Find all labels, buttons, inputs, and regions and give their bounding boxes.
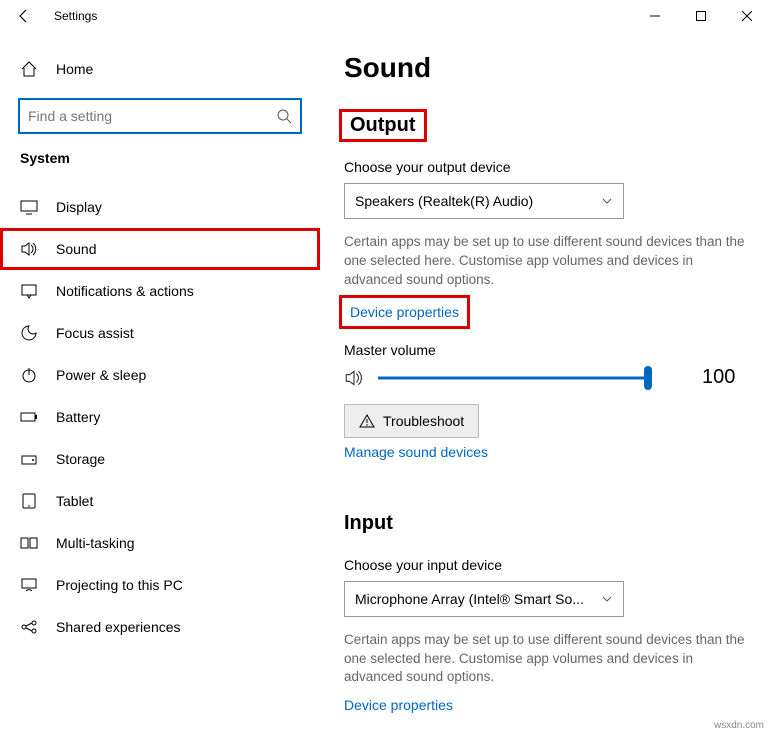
sidebar-item-label: Focus assist	[56, 325, 134, 341]
home-link[interactable]: Home	[0, 52, 320, 86]
focus-assist-icon	[20, 324, 40, 342]
input-device-label: Choose your input device	[344, 557, 750, 573]
warning-icon	[359, 413, 375, 429]
search-box[interactable]	[18, 98, 302, 134]
sidebar: Home System Display Sound Notifications …	[0, 32, 320, 737]
maximize-button[interactable]	[678, 0, 724, 32]
sidebar-item-label: Battery	[56, 409, 100, 425]
volume-slider[interactable]	[378, 366, 648, 390]
sidebar-item-label: Projecting to this PC	[56, 577, 183, 593]
home-icon	[20, 60, 40, 78]
master-volume-label: Master volume	[344, 342, 750, 358]
sidebar-item-label: Multi-tasking	[56, 535, 135, 551]
home-label: Home	[56, 61, 93, 77]
close-button[interactable]	[724, 0, 770, 32]
sidebar-item-label: Power & sleep	[56, 367, 146, 383]
sidebar-item-focus-assist[interactable]: Focus assist	[0, 312, 320, 354]
sidebar-item-battery[interactable]: Battery	[0, 396, 320, 438]
tablet-icon	[20, 492, 40, 510]
output-device-selected: Speakers (Realtek(R) Audio)	[355, 193, 533, 209]
back-button[interactable]	[12, 4, 36, 28]
search-input[interactable]	[28, 108, 276, 124]
sidebar-item-storage[interactable]: Storage	[0, 438, 320, 480]
shared-icon	[20, 618, 40, 636]
chevron-down-icon	[601, 593, 613, 605]
output-device-properties-link[interactable]: Device properties	[344, 300, 465, 324]
output-heading: Output	[344, 114, 422, 137]
troubleshoot-label: Troubleshoot	[383, 413, 464, 429]
manage-sound-devices-link[interactable]: Manage sound devices	[344, 444, 488, 460]
nav-list: Display Sound Notifications & actions Fo…	[0, 186, 320, 648]
watermark: wsxdn.com	[714, 720, 764, 731]
slider-thumb[interactable]	[644, 366, 652, 390]
sidebar-item-label: Sound	[56, 241, 96, 257]
sidebar-item-projecting[interactable]: Projecting to this PC	[0, 564, 320, 606]
storage-icon	[20, 450, 40, 468]
input-device-selected: Microphone Array (Intel® Smart So...	[355, 591, 584, 607]
sidebar-item-multitasking[interactable]: Multi-tasking	[0, 522, 320, 564]
sidebar-item-shared-experiences[interactable]: Shared experiences	[0, 606, 320, 648]
output-device-select[interactable]: Speakers (Realtek(R) Audio)	[344, 183, 624, 219]
notifications-icon	[20, 282, 40, 300]
multitasking-icon	[20, 534, 40, 552]
sidebar-item-label: Storage	[56, 451, 105, 467]
volume-icon[interactable]	[344, 368, 364, 388]
input-heading: Input	[344, 512, 393, 535]
sidebar-item-power-sleep[interactable]: Power & sleep	[0, 354, 320, 396]
titlebar: Settings	[0, 0, 770, 32]
input-device-select[interactable]: Microphone Array (Intel® Smart So...	[344, 581, 624, 617]
input-device-properties-link[interactable]: Device properties	[344, 697, 453, 713]
chevron-down-icon	[601, 195, 613, 207]
sidebar-item-label: Display	[56, 199, 102, 215]
sidebar-item-label: Tablet	[56, 493, 93, 509]
input-help-text: Certain apps may be set up to use differ…	[344, 631, 750, 688]
sidebar-item-notifications[interactable]: Notifications & actions	[0, 270, 320, 312]
page-title: Sound	[344, 52, 750, 84]
sidebar-item-tablet[interactable]: Tablet	[0, 480, 320, 522]
main-content: Sound Output Choose your output device S…	[320, 32, 770, 737]
sidebar-item-sound[interactable]: Sound	[0, 228, 320, 270]
search-icon	[276, 108, 292, 124]
volume-value: 100	[702, 366, 735, 389]
window-title: Settings	[54, 9, 97, 23]
output-device-label: Choose your output device	[344, 159, 750, 175]
display-icon	[20, 198, 40, 216]
window-controls	[632, 0, 770, 32]
sidebar-item-label: Shared experiences	[56, 619, 181, 635]
projecting-icon	[20, 576, 40, 594]
battery-icon	[20, 408, 40, 426]
sidebar-item-label: Notifications & actions	[56, 283, 194, 299]
sound-icon	[20, 240, 40, 258]
category-label: System	[0, 150, 320, 176]
minimize-button[interactable]	[632, 0, 678, 32]
output-help-text: Certain apps may be set up to use differ…	[344, 233, 750, 290]
sidebar-item-display[interactable]: Display	[0, 186, 320, 228]
troubleshoot-button[interactable]: Troubleshoot	[344, 404, 479, 438]
power-icon	[20, 366, 40, 384]
